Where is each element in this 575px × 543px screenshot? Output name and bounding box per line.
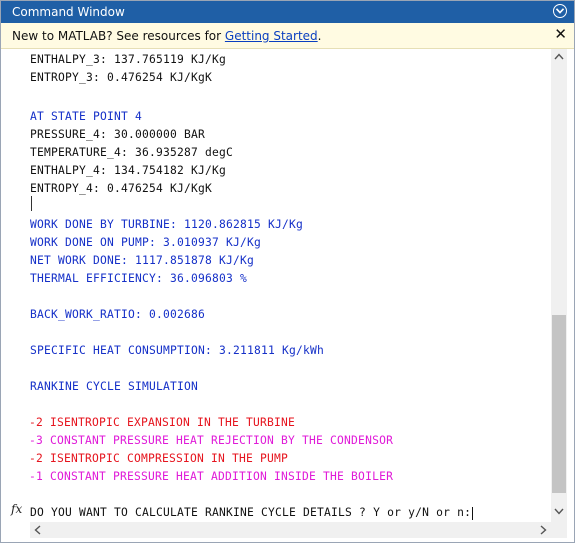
console-line: ENTROPY_4: 0.476254 KJ/KgK	[30, 182, 213, 195]
command-window: Command Window New to MATLAB? See resour…	[0, 0, 575, 543]
scroll-down-icon[interactable]	[554, 508, 564, 515]
console-output[interactable]: ENTHALPY_3: 137.765119 KJ/Kg ENTROPY_3: …	[30, 49, 551, 522]
console-line: TEMPERATURE_4: 36.935287 degC	[30, 146, 234, 159]
console-line: THERMAL EFFICIENCY: 36.096803 %	[30, 272, 248, 285]
prompt-cursor	[472, 506, 474, 520]
horizontal-scrollbar[interactable]	[30, 522, 551, 538]
window-actions-chevron-icon[interactable]	[553, 4, 567, 18]
console-line: BACK_WORK_RATIO: 0.002686	[30, 308, 206, 321]
vertical-scrollbar[interactable]	[551, 49, 567, 522]
prompt-text: DO YOU WANT TO CALCULATE RANKINE CYCLE D…	[30, 506, 472, 519]
console-line: ENTROPY_3: 0.476254 KJ/KgK	[30, 71, 213, 84]
console-line: 1-2 ISENTROPIC EXPANSION IN THE TURBINE	[30, 416, 296, 429]
close-icon[interactable]: ✕	[554, 26, 567, 42]
banner-prefix: New to MATLAB? See resources for	[12, 29, 225, 43]
console-line: RANKINE CYCLE SIMULATION	[30, 380, 199, 393]
scroll-left-icon[interactable]	[34, 525, 41, 535]
console-line: WORK DONE BY TURBINE: 1120.862815 KJ/Kg	[30, 218, 304, 231]
getting-started-link[interactable]: Getting Started	[225, 29, 318, 43]
console-line: AT STATE POINT 4	[30, 110, 143, 123]
command-prompt-line[interactable]: DO YOU WANT TO CALCULATE RANKINE CYCLE D…	[30, 505, 474, 521]
console-line: ENTHALPY_3: 137.765119 KJ/Kg	[30, 53, 227, 66]
title-bar: Command Window	[1, 1, 574, 23]
console-line: 3-2 ISENTROPIC COMPRESSION IN THE PUMP	[30, 452, 289, 465]
console-line: ENTHALPY_4: 134.754182 KJ/Kg	[30, 164, 227, 177]
console-line: 2-3 CONSTANT PRESSURE HEAT REJECTION BY …	[30, 434, 394, 447]
scrollbar-corner	[551, 522, 567, 538]
fx-icon[interactable]: fx	[11, 502, 22, 516]
console-line: WORK DONE ON PUMP: 3.010937 KJ/Kg	[30, 236, 262, 249]
console-line: SPECIFIC HEAT CONSUMPTION: 3.211811 Kg/k…	[30, 344, 325, 357]
scroll-up-icon[interactable]	[554, 53, 564, 60]
console-line: PRESSURE_4: 30.000000 BAR	[30, 128, 206, 141]
window-title: Command Window	[12, 5, 125, 19]
banner-suffix: .	[317, 29, 322, 43]
banner-text: New to MATLAB? See resources for Getting…	[12, 28, 322, 44]
vertical-scroll-thumb[interactable]	[552, 315, 566, 493]
getting-started-banner: New to MATLAB? See resources for Getting…	[1, 23, 574, 49]
console-line: 4-1 CONSTANT PRESSURE HEAT ADDITION INSI…	[30, 470, 394, 483]
scroll-right-icon[interactable]	[540, 525, 547, 535]
console-line: NET WORK DONE: 1117.851878 KJ/Kg	[30, 254, 255, 267]
text-cursor	[31, 196, 32, 211]
